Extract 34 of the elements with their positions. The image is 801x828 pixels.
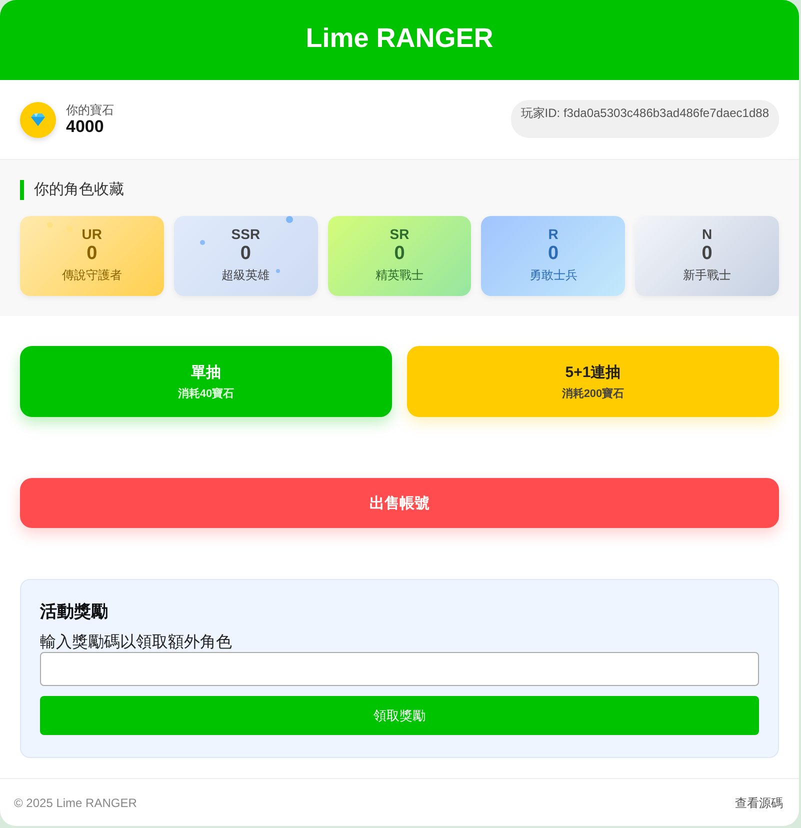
rarity-name: 傳說守護者 [62,268,122,282]
rarity-label: N [702,226,712,242]
draw-button[interactable]: 單抽 消耗40寶石 [20,346,392,417]
rarity-label: SR [390,226,410,242]
rarity-count: 0 [240,242,251,266]
claim-reward-button[interactable]: 領取獎勵 [40,696,759,735]
rarity-count: 0 [394,242,405,266]
rarity-name: 勇敢士兵 [529,268,578,282]
rarity-name: 超級英雄 [222,268,270,282]
player-id-badge: 玩家ID: f3da0a5303c486b3ad486fe7daec1d88 [510,100,779,138]
gems-amount: 4000 [66,116,105,136]
rarity-count: 0 [548,242,559,266]
glitter-dot-icon [286,216,294,222]
view-source-link[interactable]: 查看源碼 [735,795,783,812]
rarity-count: 0 [86,242,98,266]
rarity-label: UR [82,226,102,242]
glitter-dot-icon [200,240,206,244]
glitter-dot-icon [276,269,280,273]
rarity-name: 新手戰士 [683,268,732,282]
gems-label: 你的寶石 [66,102,114,116]
app-title: Lime RANGER [306,22,494,54]
glitter-dot-icon [67,226,73,232]
glitter-dot-icon [47,222,53,228]
reward-code-label: 輸入獎勵碼以領取額外角色 [40,634,233,652]
rarity-label: SSR [231,226,260,242]
copyright-text: © 2025 Lime RANGER [14,796,137,810]
section-title: 你的角色收藏 [20,180,779,200]
reward-title: 活動獎勵 [40,601,109,623]
input-field[interactable] [40,652,759,686]
sell-account-button[interactable]: 出售帳號 [20,478,779,528]
rarity-label: R [548,226,558,242]
rarity-name: 精英戰士 [375,268,424,282]
draw-button[interactable]: 5+1連抽 消耗200寶石 [407,346,779,417]
rarity-count: 0 [702,242,712,266]
